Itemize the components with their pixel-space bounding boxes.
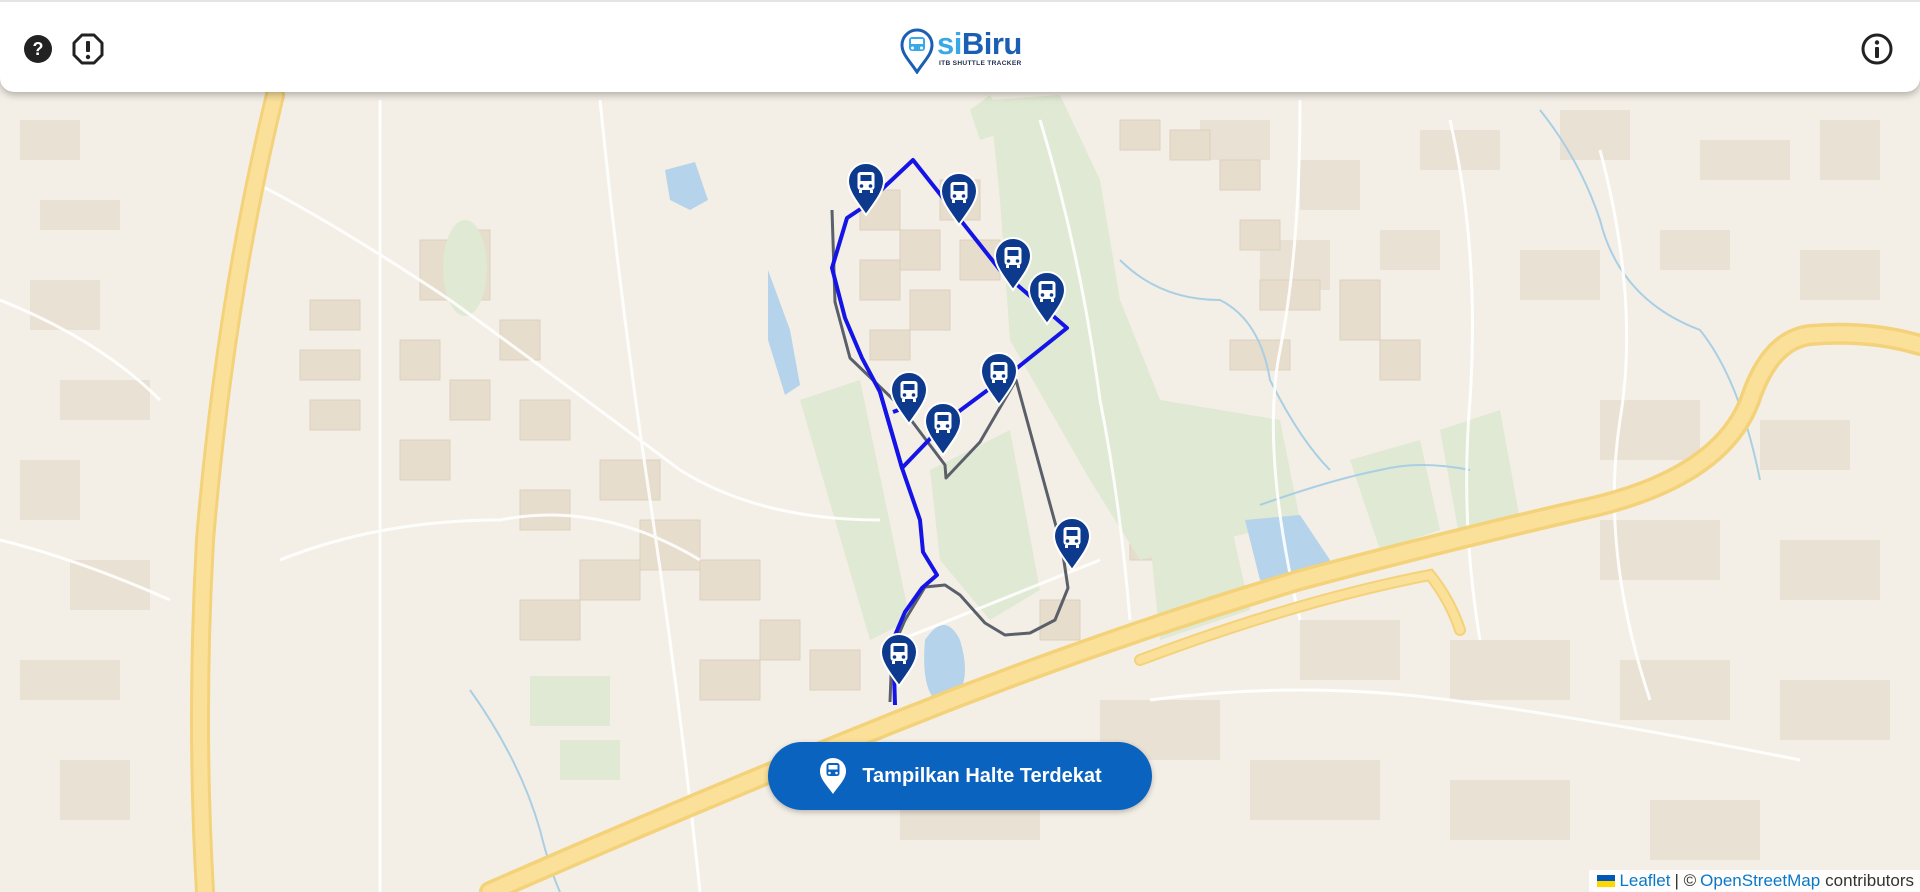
ukraine-flag-icon (1597, 875, 1616, 887)
top-bar: ? siBiru ITB SHUTTLE TRACKER (0, 0, 1920, 92)
bus-stop-pin-icon (820, 758, 847, 794)
logo-text-si: si (937, 26, 962, 61)
logo-subtitle: ITB SHUTTLE TRACKER (939, 60, 1022, 67)
attribution-contributors: contributors (1825, 871, 1914, 890)
app-logo: siBiru ITB SHUTTLE TRACKER (899, 26, 1039, 74)
info-circle-icon (1861, 33, 1893, 65)
logo-wordmark: siBiru (937, 28, 1022, 60)
leaflet-link[interactable]: Leaflet (1619, 870, 1670, 892)
exclamation-octagon-icon (72, 33, 104, 65)
show-nearest-stop-button[interactable]: Tampilkan Halte Terdekat (768, 742, 1152, 810)
svg-text:?: ? (33, 39, 44, 59)
report-button[interactable] (71, 32, 105, 66)
openstreetmap-link[interactable]: OpenStreetMap (1700, 870, 1820, 892)
show-nearest-stop-label: Tampilkan Halte Terdekat (862, 764, 1102, 787)
info-button[interactable] (1860, 32, 1894, 66)
logo-text-biru: Biru (961, 26, 1023, 61)
bus-pin-logo-icon (900, 28, 934, 74)
attribution-separator: | © (1674, 871, 1697, 890)
map-attribution: Leaflet | © OpenStreetMap contributors (1589, 870, 1920, 892)
help-button[interactable]: ? (21, 32, 55, 66)
question-circle-icon: ? (24, 35, 52, 63)
